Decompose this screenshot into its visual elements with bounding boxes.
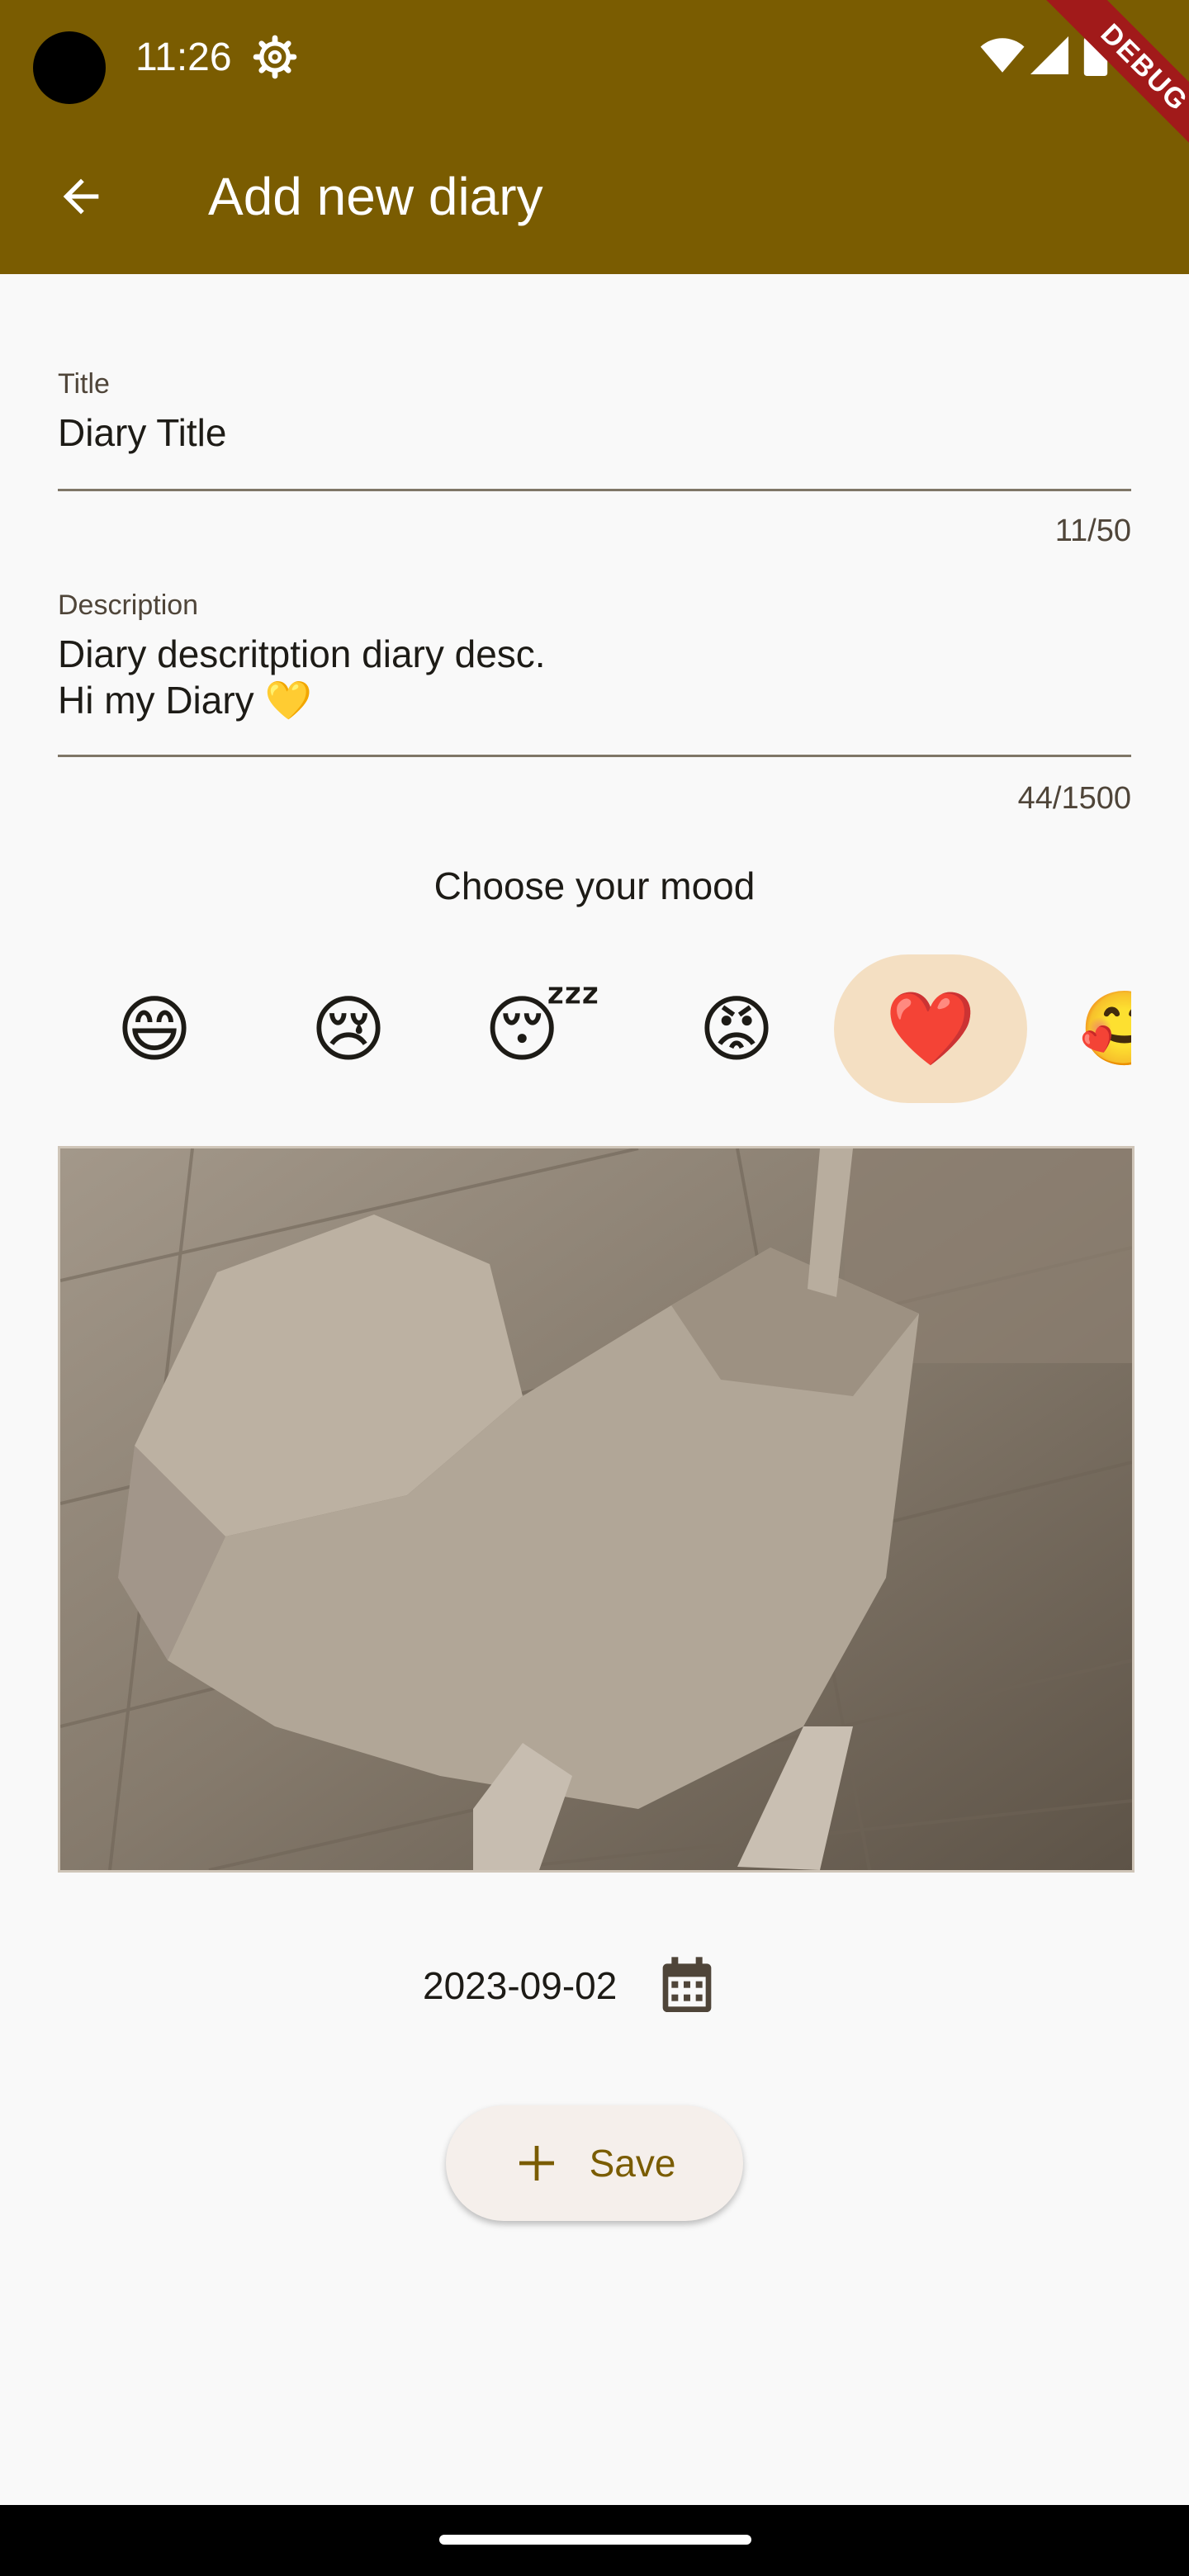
description-underline: [58, 755, 1131, 757]
title-label: Title: [58, 368, 110, 400]
status-bar: 11:26: [0, 0, 1189, 116]
description-line-1[interactable]: Diary descritption diary desc.: [58, 631, 546, 677]
mood-sad-button[interactable]: 😢: [252, 954, 445, 1103]
app-bar: 11:26 DEBUG Add new diary: [0, 0, 1189, 274]
title-input[interactable]: Diary Title: [58, 410, 226, 456]
dog-photo-image: [60, 1148, 1132, 1870]
wifi-icon: [980, 38, 1025, 73]
mood-prompt: Choose your mood: [433, 864, 756, 907]
save-label: Save: [589, 2142, 676, 2185]
page-title: Add new diary: [208, 167, 543, 226]
title-underline: [58, 489, 1131, 491]
calendar-icon: [662, 1957, 712, 2012]
signal-icon: [1030, 36, 1068, 74]
back-arrow-icon: [63, 178, 99, 215]
back-button[interactable]: [46, 162, 116, 231]
status-time: 11:26: [135, 36, 232, 79]
mood-angry-button[interactable]: 😡: [640, 954, 833, 1103]
mood-affection-button[interactable]: 🥰: [1028, 954, 1131, 1103]
calendar-button[interactable]: [658, 1954, 716, 2017]
description-line-2[interactable]: Hi my Diary 💛: [58, 677, 312, 723]
mood-selector: 😄 😢 😴 😡 ❤️ 🥰: [58, 949, 1131, 1106]
plus-icon: [519, 2146, 554, 2181]
save-button[interactable]: Save: [446, 2105, 743, 2221]
description-label: Description: [58, 590, 199, 621]
diary-photo[interactable]: [58, 1146, 1135, 1873]
date-value: 2023-09-02: [423, 1964, 618, 2007]
mood-happy-button[interactable]: 😄: [58, 954, 251, 1103]
title-counter: 11/50: [1054, 514, 1131, 548]
settings-gear-icon: [253, 35, 297, 79]
mood-love-button[interactable]: ❤️: [834, 954, 1027, 1103]
home-indicator[interactable]: [439, 2535, 751, 2545]
camera-cutout: [33, 31, 106, 104]
mood-sleepy-button[interactable]: 😴: [446, 954, 639, 1103]
date-row: 2023-09-02: [423, 1949, 716, 2023]
description-counter: 44/1500: [1017, 781, 1131, 816]
